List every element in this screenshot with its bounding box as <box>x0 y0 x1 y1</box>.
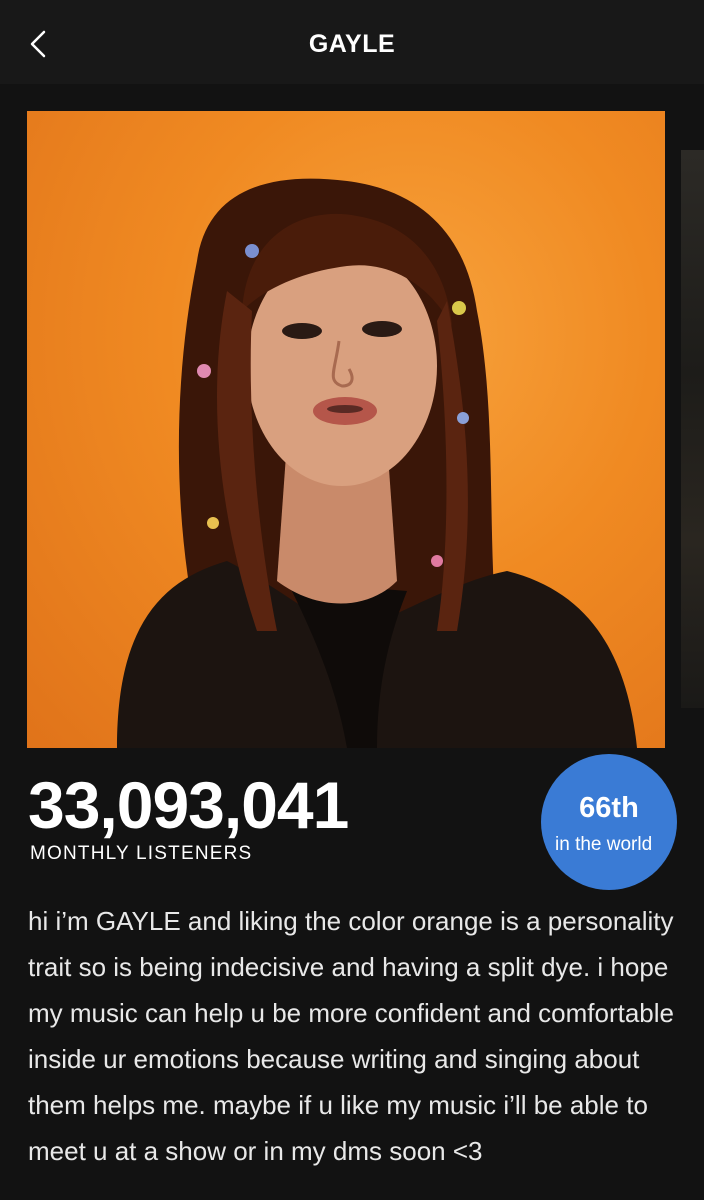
artist-bio: hi i’m GAYLE and liking the color orange… <box>28 906 675 1166</box>
artist-photo-next[interactable] <box>681 150 704 708</box>
monthly-listeners-label: MONTHLY LISTENERS <box>30 843 253 864</box>
world-rank-scope: in the world <box>555 834 653 855</box>
page-title: GAYLE <box>308 30 396 58</box>
artist-photo-gallery[interactable] <box>0 84 704 754</box>
monthly-listeners-count: 33,093,041 <box>28 768 349 842</box>
artist-photo-illustration <box>117 178 637 748</box>
artist-photo[interactable] <box>27 111 665 748</box>
world-rank-badge[interactable]: 66th in the world <box>541 754 677 890</box>
header-bar: GAYLE <box>0 0 704 84</box>
world-rank-position: 66th <box>579 792 639 824</box>
